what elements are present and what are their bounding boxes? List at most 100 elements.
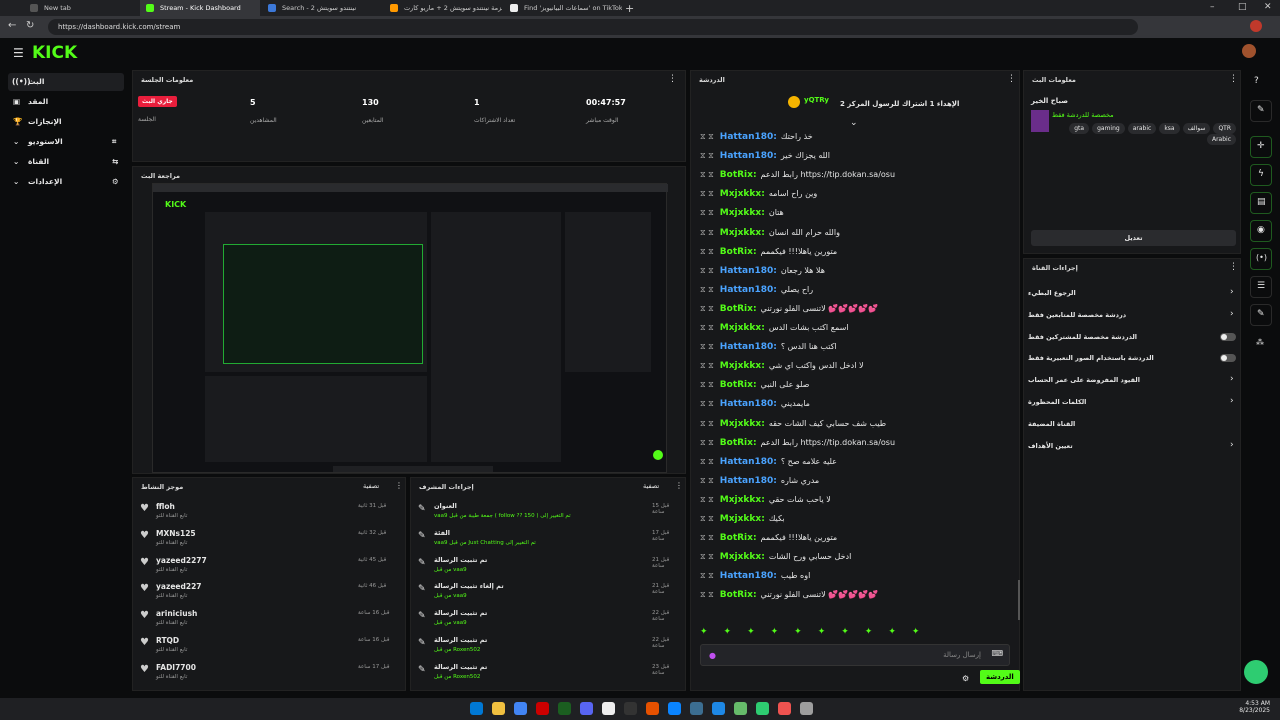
taskbar-app-icon[interactable] <box>514 702 527 715</box>
toggle-switch[interactable] <box>1220 354 1236 363</box>
chat-tools-icon[interactable]: ⧖ ⧖ <box>700 514 714 523</box>
taskbar-app-icon[interactable] <box>756 702 769 715</box>
taskbar-app-icon[interactable] <box>470 702 483 715</box>
back-icon[interactable]: ← <box>8 20 16 31</box>
chat-username[interactable]: BotRix: <box>720 380 757 390</box>
minimize-icon[interactable]: – <box>1210 2 1215 12</box>
chat-tools-icon[interactable]: ⧖ ⧖ <box>700 285 714 294</box>
more-icon[interactable]: ⋮ <box>668 74 677 84</box>
chat-tools-icon[interactable]: ⧖ ⧖ <box>700 189 714 198</box>
pencil-icon[interactable]: ✎ <box>1250 100 1272 122</box>
chat-username[interactable]: BotRix: <box>720 590 757 600</box>
collapse-icon[interactable]: ⌄ <box>850 118 858 128</box>
chat-tools-icon[interactable]: ⧖ ⧖ <box>700 266 714 275</box>
chat-username[interactable]: BotRix: <box>720 247 757 257</box>
taskbar-app-icon[interactable] <box>580 702 593 715</box>
tab-new-tab[interactable]: New tab <box>24 0 138 16</box>
chat-tools-icon[interactable]: ⧖ ⧖ <box>700 323 714 332</box>
edit-stream-button[interactable]: تعديل <box>1031 230 1236 246</box>
tab-tiktok[interactable]: Find 'سماعات البيانيويز' on TikTok... <box>504 0 622 16</box>
pinned-user[interactable]: yQTRy <box>804 96 829 104</box>
taskbar-app-icon[interactable] <box>712 702 725 715</box>
filter-button[interactable]: تصفية <box>643 482 659 490</box>
chat-username[interactable]: Mxjxkkx: <box>720 323 765 333</box>
chat-tools-icon[interactable]: ⧖ ⧖ <box>700 228 714 237</box>
tab-amazon[interactable]: حزمة نينتندو سويتش 2 + ماريو كارت... <box>384 0 502 16</box>
chat-send-button[interactable]: الدردشة <box>980 670 1020 684</box>
maximize-icon[interactable]: □ <box>1238 2 1247 12</box>
chat-input[interactable]: ● إرسال رسالة ⌨ <box>700 644 1010 666</box>
emote-bar[interactable]: ✦✦✦✦✦✦✦✦✦✦ <box>700 627 1012 641</box>
taskbar-app-icon[interactable] <box>668 702 681 715</box>
toggle-switch[interactable] <box>1220 332 1236 341</box>
taskbar-app-icon[interactable] <box>734 702 747 715</box>
new-tab-icon[interactable]: + <box>625 2 634 15</box>
channel-action-item[interactable]: الدردشة مخصصة للمشتركين فقط <box>1028 330 1238 346</box>
channel-action-item[interactable]: القيود المفروضة على عمر الحساب › <box>1028 373 1238 389</box>
chat-tools-icon[interactable]: ⧖ ⧖ <box>700 495 714 504</box>
chat-username[interactable]: Hattan180: <box>720 132 777 142</box>
stream-category[interactable]: مخصصة للدردشة فقط <box>1052 111 1114 119</box>
clipboard-icon[interactable]: ▤ <box>1250 192 1272 214</box>
chat-username[interactable]: Mxjxkkx: <box>720 208 765 218</box>
crosshair-icon[interactable]: ✛ <box>1250 136 1272 158</box>
chat-tools-icon[interactable]: ⧖ ⧖ <box>700 399 714 408</box>
chat-username[interactable]: Mxjxkkx: <box>720 514 765 524</box>
chat-username[interactable]: Hattan180: <box>720 457 777 467</box>
user-avatar[interactable] <box>1242 44 1256 58</box>
more-icon[interactable]: ⋮ <box>395 481 403 490</box>
chat-username[interactable]: Hattan180: <box>720 151 777 161</box>
chat-tools-icon[interactable]: ⧖ ⧖ <box>700 571 714 580</box>
taskbar-app-icon[interactable] <box>800 702 813 715</box>
follower-name[interactable]: ariniciush <box>156 609 197 618</box>
chat-tools-icon[interactable]: ⧖ ⧖ <box>700 132 714 141</box>
chat-username[interactable]: Mxjxkkx: <box>720 495 765 505</box>
follower-name[interactable]: ffloh <box>156 502 175 511</box>
profile-avatar[interactable] <box>1250 20 1262 32</box>
lightning-icon[interactable]: ϟ <box>1250 164 1272 186</box>
chat-username[interactable]: BotRix: <box>720 304 757 314</box>
nodes-icon[interactable]: ⁂ <box>1256 338 1264 347</box>
chat-help-bubble-icon[interactable] <box>1244 660 1268 684</box>
channel-action-item[interactable]: الدردشة باستخدام الصور التعبيرية فقط <box>1028 351 1238 367</box>
taskbar-app-icon[interactable] <box>536 702 549 715</box>
chat-tools-icon[interactable]: ⧖ ⧖ <box>700 533 714 542</box>
channel-action-item[interactable]: تعيين الأهداف › <box>1028 439 1238 455</box>
more-icon[interactable]: ⋮ <box>1229 74 1238 84</box>
chat-username[interactable]: BotRix: <box>720 438 757 448</box>
tab-search[interactable]: Search - 2 نينتندو سويتش <box>262 0 382 16</box>
more-icon[interactable]: ⋮ <box>1007 74 1016 84</box>
chevron-right-icon[interactable]: › <box>1230 309 1234 319</box>
url-field[interactable]: https://dashboard.kick.com/stream <box>48 19 1138 35</box>
taskbar-app-icon[interactable] <box>602 702 615 715</box>
chat-tools-icon[interactable]: ⧖ ⧖ <box>700 170 714 179</box>
close-window-icon[interactable]: ✕ <box>1264 2 1272 12</box>
chat-tools-icon[interactable]: ⧖ ⧖ <box>700 361 714 370</box>
tab-kick-dashboard[interactable]: Stream - Kick Dashboard <box>140 0 260 16</box>
broadcast-icon[interactable]: (•) <box>1250 248 1272 270</box>
channel-action-item[interactable]: دردشة مخصصة للمتابعين فقط › <box>1028 308 1238 324</box>
chat-username[interactable]: Hattan180: <box>720 342 777 352</box>
chat-username[interactable]: BotRix: <box>720 533 757 543</box>
taskbar-app-icon[interactable] <box>778 702 791 715</box>
chat-username[interactable]: Hattan180: <box>720 476 777 486</box>
taskbar-app-icon[interactable] <box>690 702 703 715</box>
taskbar-app-icon[interactable] <box>646 702 659 715</box>
chat-username[interactable]: Mxjxkkx: <box>720 189 765 199</box>
help-icon[interactable]: ? <box>1254 76 1259 86</box>
follower-name[interactable]: yazeed2277 <box>156 556 207 565</box>
more-icon[interactable]: ⋮ <box>675 481 683 490</box>
chat-username[interactable]: Hattan180: <box>720 571 777 581</box>
chat-settings-icon[interactable]: ⚙ <box>962 674 969 683</box>
taskbar-app-icon[interactable] <box>492 702 505 715</box>
chat-username[interactable]: Mxjxkkx: <box>720 228 765 238</box>
chat-username[interactable]: Hattan180: <box>720 266 777 276</box>
chat-tools-icon[interactable]: ⧖ ⧖ <box>700 208 714 217</box>
nav-item-studio[interactable]: ⌄ الاستوديو ⌗ <box>8 133 124 151</box>
kick-logo[interactable]: KICK <box>32 43 77 63</box>
chat-tools-icon[interactable]: ⧖ ⧖ <box>700 304 714 313</box>
reload-icon[interactable]: ↻ <box>26 20 34 31</box>
nav-item-vod[interactable]: ▣ المقد <box>8 93 124 111</box>
layers-icon[interactable]: ☰ <box>1250 276 1272 298</box>
chevron-right-icon[interactable]: › <box>1230 440 1234 450</box>
